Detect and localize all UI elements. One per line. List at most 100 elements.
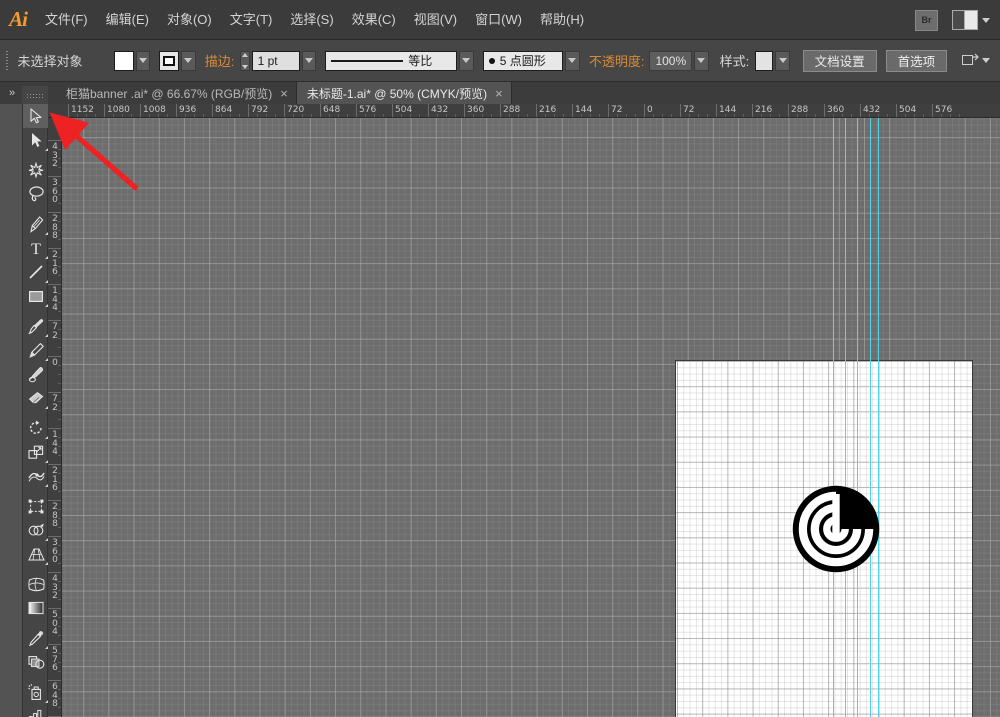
opacity-dropdown-icon[interactable] <box>694 50 709 71</box>
line-segment-tool[interactable] <box>23 260 49 284</box>
close-icon[interactable]: × <box>280 87 288 100</box>
stroke-weight-dropdown-icon[interactable] <box>301 50 317 71</box>
graphic-style-dropdown-icon[interactable] <box>775 50 791 71</box>
type-tool[interactable]: T <box>23 236 49 260</box>
fill-swatch-dropdown-icon[interactable] <box>135 50 151 71</box>
guide-line[interactable] <box>833 118 834 717</box>
menu-edit[interactable]: 编辑(E) <box>97 0 158 40</box>
ruler-tick <box>48 680 61 681</box>
opacity-label[interactable]: 不透明度: <box>589 51 645 70</box>
pen-icon <box>29 215 44 233</box>
document-arrange-icon[interactable] <box>961 53 979 69</box>
blob-brush-tool[interactable] <box>23 362 49 386</box>
document-canvas[interactable]: 溜溜自学 3D66.COM <box>62 118 1000 717</box>
ruler-label: 0 <box>52 358 58 368</box>
mesh-tool[interactable] <box>23 572 49 596</box>
brush-definition-dropdown-icon[interactable] <box>565 50 580 71</box>
opacity-field[interactable]: 100% <box>649 50 693 71</box>
stroke-profile-label: 等比 <box>408 54 433 68</box>
pencil-tool[interactable] <box>23 338 49 362</box>
paintbrush-tool[interactable] <box>23 314 49 338</box>
bridge-button[interactable]: Br <box>915 9 938 31</box>
document-setup-button[interactable]: 文档设置 <box>802 49 877 72</box>
magic-wand-tool[interactable] <box>23 158 49 182</box>
rectangle-icon <box>28 289 44 304</box>
selection-tool[interactable] <box>23 104 49 128</box>
gradient-tool[interactable] <box>23 596 49 620</box>
menu-help[interactable]: 帮助(H) <box>531 0 593 40</box>
preferences-button[interactable]: 首选项 <box>885 49 948 72</box>
ruler-tick <box>212 104 213 117</box>
eyedropper-icon <box>28 630 45 647</box>
document-tab[interactable]: 未标题-1.ai* @ 50% (CMYK/预览) × <box>296 82 512 104</box>
document-tab[interactable]: 柜猫banner .ai* @ 66.67% (RGB/预览) × <box>56 82 297 104</box>
ruler-tick <box>788 104 789 117</box>
rectangle-tool[interactable] <box>23 284 49 308</box>
gradient-icon <box>28 601 44 615</box>
close-icon[interactable]: × <box>495 87 503 100</box>
guide-line[interactable] <box>857 118 858 717</box>
ruler-tick <box>48 428 61 429</box>
lasso-tool[interactable] <box>23 182 49 206</box>
stroke-profile-dropdown-icon[interactable] <box>459 50 474 71</box>
chevron-down-icon[interactable] <box>982 17 990 23</box>
menu-type[interactable]: 文字(T) <box>221 0 282 40</box>
ruler-tick <box>896 104 897 117</box>
ruler-tick <box>48 464 61 465</box>
ruler-tick <box>48 176 61 177</box>
perspective-grid-tool[interactable] <box>23 542 49 566</box>
free-transform-tool[interactable] <box>23 494 49 518</box>
stroke-weight-label[interactable]: 描边: <box>205 51 235 70</box>
stroke-weight-field[interactable]: 1 pt <box>251 50 300 71</box>
guide-line[interactable] <box>845 118 846 717</box>
column-graph-tool[interactable] <box>23 704 49 717</box>
pencil-icon <box>28 342 45 359</box>
eyedropper-tool[interactable] <box>23 626 49 650</box>
type-T-icon: T <box>29 240 43 256</box>
menu-window[interactable]: 窗口(W) <box>466 0 531 40</box>
menu-object[interactable]: 对象(O) <box>158 0 221 40</box>
blob-brush-icon <box>28 366 45 383</box>
stroke-weight-stepper[interactable] <box>240 50 250 71</box>
panel-dock-expand-icon[interactable]: » <box>0 82 24 104</box>
scale-tool[interactable] <box>23 440 49 464</box>
document-arrange-chevron-icon[interactable] <box>981 58 990 63</box>
ruler-tick <box>48 356 61 357</box>
eraser-tool[interactable] <box>23 386 49 410</box>
menubar-right-controls: Br <box>915 0 1000 40</box>
arrow-cursor-icon <box>29 108 44 124</box>
rotate-tool[interactable] <box>23 416 49 440</box>
ruler-label: 432 <box>52 574 58 601</box>
stroke-swatch-dropdown-icon[interactable] <box>181 50 196 71</box>
spiral-circle-logo[interactable] <box>790 483 882 580</box>
ruler-tick <box>500 104 501 117</box>
guide-line[interactable] <box>870 118 871 717</box>
pen-tool[interactable] <box>23 212 49 236</box>
illustrator-window: Ai 文件(F) 编辑(E) 对象(O) 文字(T) 选择(S) 效果(C) 视图(V) 窗口… <box>0 0 1000 717</box>
toolbox-drag-handle[interactable] <box>22 86 48 104</box>
ruler-tick <box>48 608 61 609</box>
stroke-profile-field[interactable]: 等比 <box>325 50 458 71</box>
graphic-style-swatch[interactable] <box>755 50 774 71</box>
ruler-label: 1008 <box>143 105 166 115</box>
vertical-ruler[interactable]: 4323602882161447207214421628836043250457… <box>48 118 62 717</box>
ruler-label: 216 <box>52 250 58 277</box>
guide-line[interactable] <box>878 118 879 717</box>
menu-view[interactable]: 视图(V) <box>405 0 466 40</box>
menu-select[interactable]: 选择(S) <box>281 0 342 40</box>
stroke-color-swatch[interactable] <box>159 50 180 71</box>
menu-file[interactable]: 文件(F) <box>36 0 97 40</box>
menu-effect[interactable]: 效果(C) <box>343 0 405 40</box>
horizontal-ruler[interactable]: 1152 1080 1008 936 864 792 720 648 576 504 432 360 2… <box>48 104 1000 118</box>
arrange-documents-icon[interactable] <box>952 10 978 30</box>
ruler-tick <box>356 104 357 117</box>
symbol-sprayer-tool[interactable] <box>23 680 49 704</box>
ruler-tick <box>104 104 105 117</box>
brush-definition-field[interactable]: 5 点圆形 <box>482 50 564 71</box>
shape-builder-tool[interactable] <box>23 518 49 542</box>
width-tool[interactable] <box>23 464 49 488</box>
fill-color-swatch[interactable] <box>113 50 134 71</box>
control-bar-grip[interactable] <box>6 50 11 71</box>
blend-tool[interactable] <box>23 650 49 674</box>
direct-selection-tool[interactable] <box>23 128 49 152</box>
